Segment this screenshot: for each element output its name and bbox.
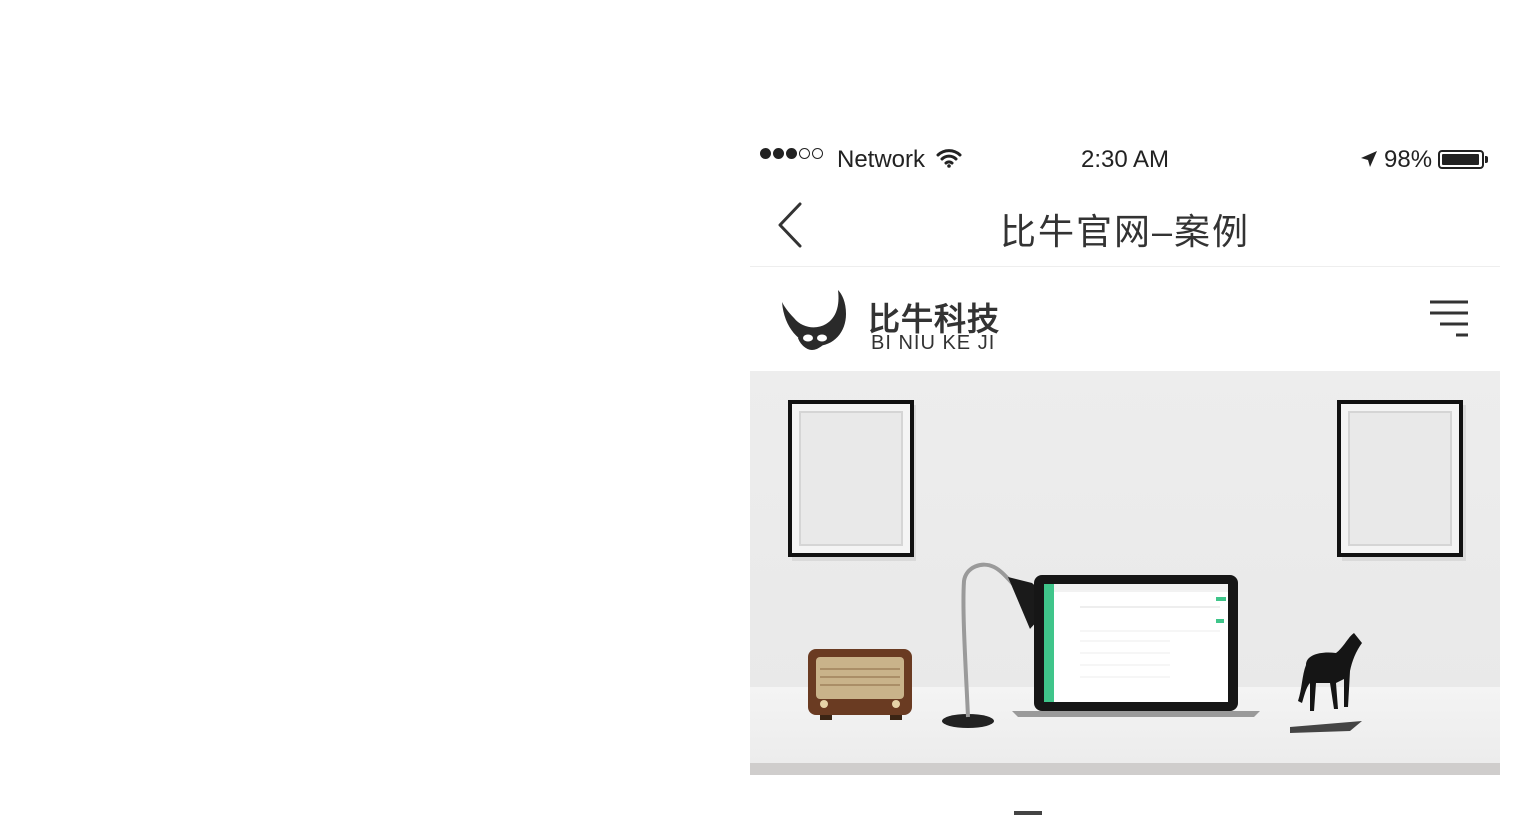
navigation-bar: 比牛官网–案例 [750,190,1500,267]
picture-frame-left [788,400,916,561]
horse-figurine [1290,633,1362,733]
picture-frame-right [1337,400,1466,561]
menu-icon[interactable] [1428,298,1470,340]
brand-name-english: BI NIU KE JI [871,332,996,354]
bull-logo-icon[interactable] [778,288,850,354]
content-section [750,775,1500,815]
status-bar: Network 2:30 AM 98% [750,140,1500,180]
battery-percentage: 98% [1384,146,1433,173]
battery-tip [1485,156,1488,163]
office-desk-illustration [788,400,1466,733]
mobile-screen: Network 2:30 AM 98% 比牛官网–案例 比牛科技 BI NIU … [750,0,1500,815]
vintage-radio [808,649,912,720]
page-title: 比牛官网–案例 [999,211,1251,252]
laptop [1012,575,1260,717]
section-indicator [1014,811,1042,815]
location-arrow-icon [1361,151,1377,167]
site-header: 比牛科技 BI NIU KE JI [750,268,1500,370]
battery-level [1442,154,1480,165]
battery-icon [1438,150,1484,169]
hero-banner [750,371,1500,775]
